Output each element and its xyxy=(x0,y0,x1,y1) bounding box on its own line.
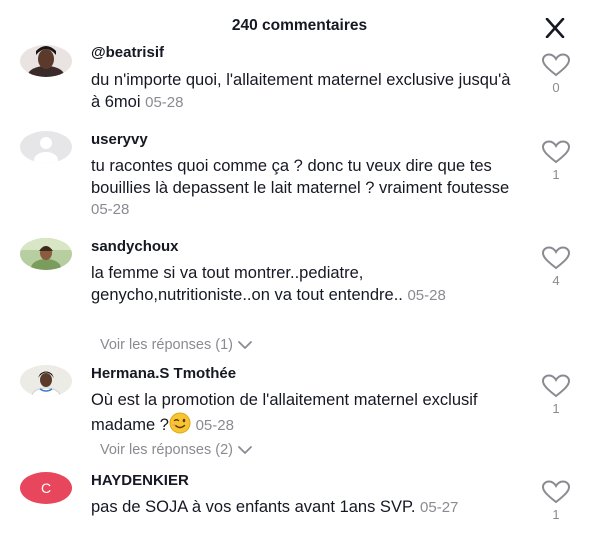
view-replies-button[interactable]: Voir les réponses (1) xyxy=(100,337,253,353)
comment-date: 05-27 xyxy=(420,499,459,516)
avatar[interactable] xyxy=(20,45,72,77)
close-button[interactable] xyxy=(543,17,567,39)
like-button[interactable]: 0 xyxy=(538,53,574,95)
like-count: 1 xyxy=(552,401,560,416)
heart-outline-icon xyxy=(541,246,571,270)
view-replies-button[interactable]: Voir les réponses (2) xyxy=(100,442,253,458)
comment-body: Où est la promotion de l'allaitement mat… xyxy=(91,391,478,434)
avatar[interactable] xyxy=(20,365,72,397)
like-button[interactable]: 1 xyxy=(538,374,574,416)
comment-date: 05-28 xyxy=(407,286,446,304)
comment-date: 05-28 xyxy=(91,201,130,218)
chevron-down-icon xyxy=(238,446,252,455)
winking-face-emoji xyxy=(169,412,191,434)
view-replies-label: Voir les réponses (1) xyxy=(100,337,233,353)
like-count: 4 xyxy=(552,273,560,288)
default-user-avatar[interactable] xyxy=(20,131,72,163)
like-button[interactable]: 1 xyxy=(538,140,574,182)
comment-username[interactable]: Hermana.S Tmothée xyxy=(91,365,236,382)
comment-text: tu racontes quoi comme ça ? donc tu veux… xyxy=(91,156,511,221)
comment-username[interactable]: sandychoux xyxy=(91,238,179,255)
comment-date: 05-28 xyxy=(195,416,234,434)
comment-body: pas de SOJA à vos enfants avant 1ans SVP… xyxy=(91,498,416,516)
comment-username[interactable]: useryvy xyxy=(91,131,148,148)
chevron-down-icon xyxy=(238,341,252,350)
comment-text: la femme si va tout montrer..pediatre, g… xyxy=(91,263,511,306)
comment-username[interactable]: HAYDENKIER xyxy=(91,472,189,489)
comments-count-title: 240 commentaires xyxy=(231,17,368,34)
avatar-letter: C xyxy=(41,480,51,496)
comment-body: la femme si va tout montrer..pediatre, g… xyxy=(91,264,403,304)
like-button[interactable]: 1 xyxy=(538,480,574,522)
heart-outline-icon xyxy=(541,140,571,164)
like-count: 1 xyxy=(552,167,560,182)
letter-avatar[interactable]: C xyxy=(20,472,72,504)
comment-username[interactable]: @beatrisif xyxy=(91,44,164,61)
heart-outline-icon xyxy=(541,374,571,398)
like-button[interactable]: 4 xyxy=(538,246,574,288)
like-count: 0 xyxy=(552,80,560,95)
comment-text: du n'importe quoi, l'allaitement materne… xyxy=(91,70,511,113)
comment-date: 05-28 xyxy=(145,93,184,111)
comments-header: 240 commentaires xyxy=(0,0,599,44)
comment-text: Où est la promotion de l'allaitement mat… xyxy=(91,390,511,436)
heart-outline-icon xyxy=(541,53,571,77)
avatar[interactable] xyxy=(20,238,72,270)
view-replies-label: Voir les réponses (2) xyxy=(100,442,233,458)
like-count: 1 xyxy=(552,507,560,522)
comment-body: tu racontes quoi comme ça ? donc tu veux… xyxy=(91,157,510,197)
heart-outline-icon xyxy=(541,480,571,504)
comment-text: pas de SOJA à vos enfants avant 1ans SVP… xyxy=(91,497,511,519)
close-icon xyxy=(545,17,565,39)
